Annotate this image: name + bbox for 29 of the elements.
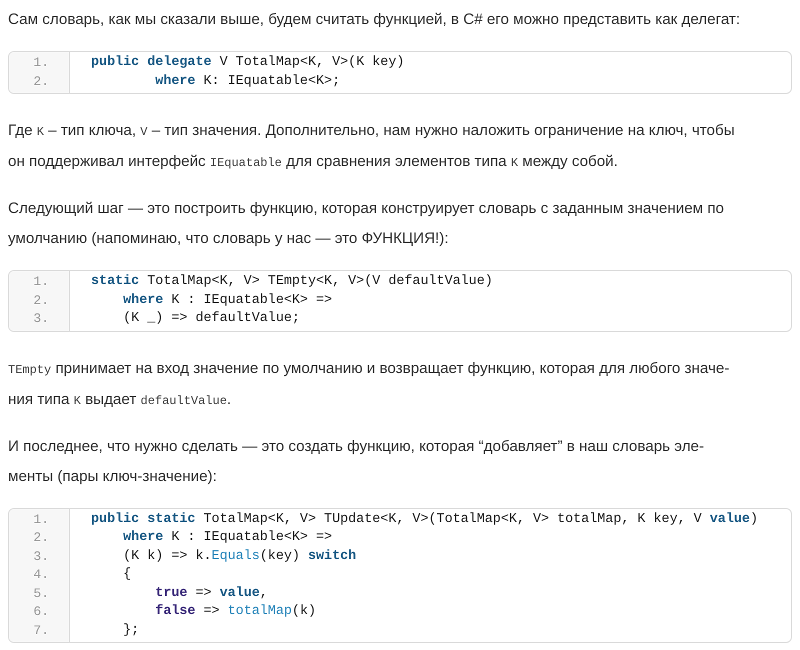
line-number: 7.	[32, 622, 50, 640]
code-line: (K _) => defaultValue;	[122, 310, 301, 328]
line-number: 3.	[32, 548, 50, 566]
line-number: 3.	[32, 310, 50, 328]
code-line: where K : IEquatable<K> =>	[122, 292, 334, 310]
paragraph: И последнее, что нужно сделать — это создать функцию, которая “добавляет” в наш словарь эле- менты (пары ключ-значение):	[8, 436, 706, 486]
line-number: 2.	[32, 529, 50, 547]
paragraph: Сам словарь, как мы сказали выше, будем считать функцией, в C# его можно представить как делегат:	[8, 10, 742, 30]
line-number: 1.	[32, 54, 50, 72]
paragraph: Следующий шаг — это построить функцию, которая конструирует словарь с заданным значением по умолчанию (напоминаю, что словарь у нас — это ФУНКЦИЯ!):	[8, 199, 725, 249]
code-line: public static TotalMap<K, V> TUpdate<K, V>(TotalMap<K, V> totalMap, K key, V value)	[91, 510, 758, 528]
code-line: false => totalMap(k)	[154, 603, 318, 621]
code-line: where K: IEquatable<K>;	[154, 72, 342, 90]
code-line: };	[122, 622, 140, 640]
code-line: true => value,	[154, 584, 269, 602]
code-line: where K : IEquatable<K> =>	[122, 529, 334, 547]
line-number: 1.	[32, 273, 50, 291]
code-line: {	[122, 566, 132, 584]
line-number: 2.	[32, 292, 50, 310]
paragraph: TEmpty принимает на вход значение по умолчанию и возвращает функцию, которая для любого значе- ния типа K выдает defaultValue.	[8, 358, 730, 410]
paragraph: Где K – тип ключа, V – тип значения. Дополнительно, нам нужно наложить ограничение на ключ, чтобы он поддерживал интерфейс IEquatable для сравнения элементов типа K между собой.	[8, 121, 736, 172]
line-number: 6.	[32, 603, 50, 621]
line-number: 4.	[32, 566, 50, 584]
line-number: 2.	[32, 72, 50, 90]
code-line: static TotalMap<K, V> TEmpty<K, V>(V defaultValue)	[91, 273, 493, 291]
code-line: (K k) => k.Equals(key) switch	[122, 548, 358, 566]
line-number: 5.	[32, 584, 50, 602]
line-number: 1.	[32, 510, 50, 528]
code-line: public delegate V TotalMap<K, V>(K key)	[91, 54, 404, 72]
